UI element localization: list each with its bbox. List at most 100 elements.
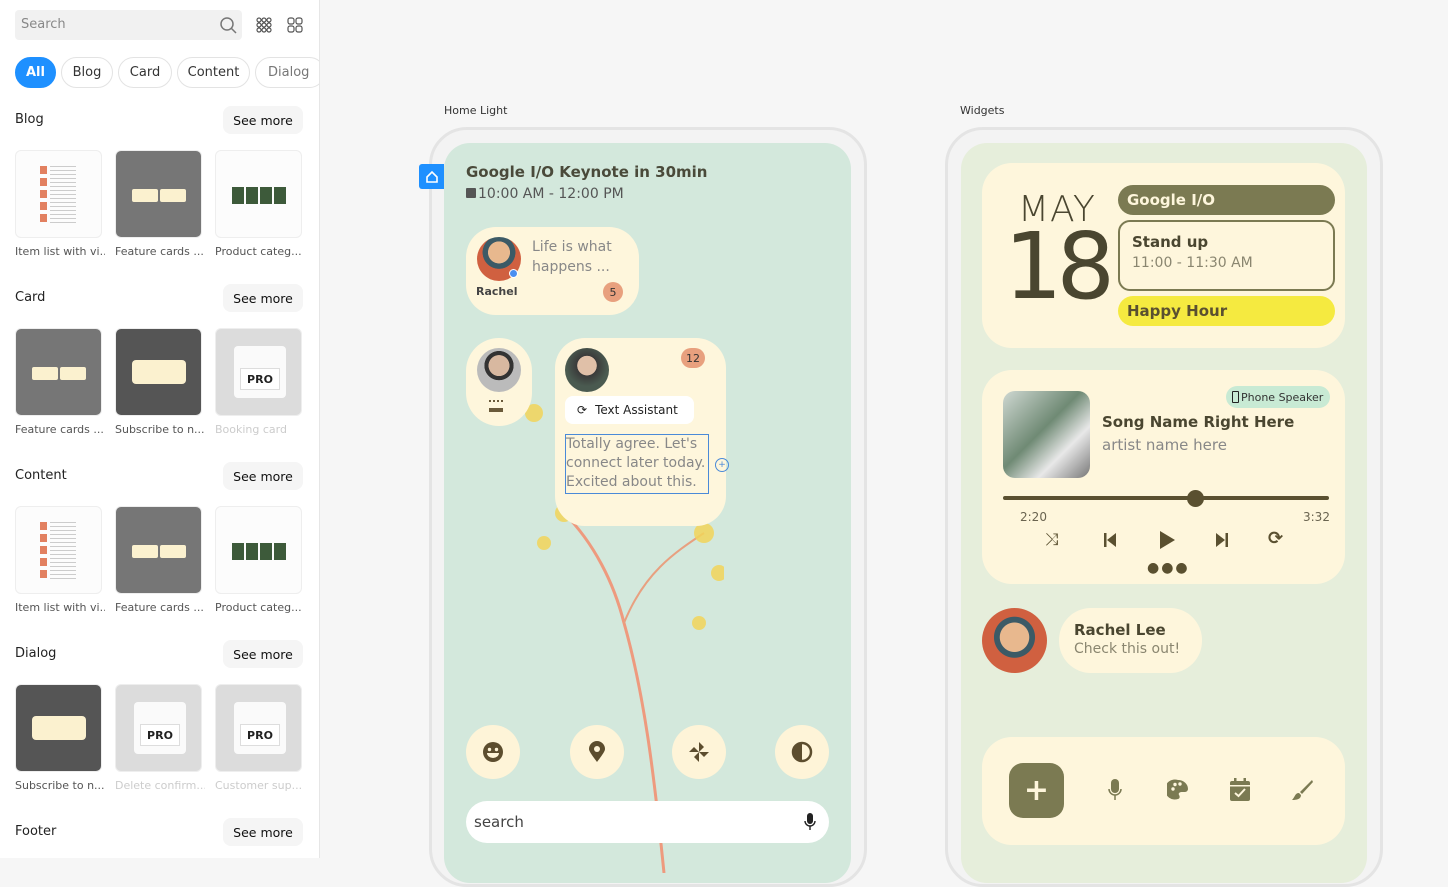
search-icon[interactable] — [219, 16, 237, 34]
see-more-button[interactable]: See more — [223, 640, 303, 668]
section-title: Blog — [15, 112, 44, 127]
quick-actions-widget: + — [982, 737, 1345, 845]
elapsed-time: 2:20 — [1020, 510, 1047, 524]
refresh-icon: ⟳ — [577, 403, 588, 417]
section-title: Card — [15, 290, 46, 305]
album-art — [1003, 391, 1090, 478]
shuffle-icon[interactable]: ⤨ — [1045, 530, 1059, 550]
event-title: Google I/O Keynote in 30min — [466, 163, 708, 181]
plus-icon: + — [1023, 773, 1050, 808]
chip-content[interactable]: Content — [177, 57, 250, 88]
progress-slider[interactable] — [1003, 496, 1329, 500]
template-label: Customer sup... — [215, 779, 303, 792]
template-label: Product categ... — [215, 601, 302, 614]
calendar-icon — [466, 188, 476, 198]
media-player-widget: Phone Speaker Song Name Right Here artis… — [982, 370, 1345, 584]
emoji-icon — [483, 742, 503, 762]
template-label: Feature cards ... — [15, 423, 104, 436]
frame-label-home: Home Light — [444, 104, 508, 117]
more-icon[interactable]: ●●● — [1147, 560, 1190, 576]
frame-label-widgets: Widgets — [960, 104, 1005, 117]
section-title: Footer — [15, 824, 57, 839]
event-stand-up[interactable]: Stand up 11:00 - 11:30 AM — [1118, 220, 1335, 291]
repeat-icon[interactable]: ⟳ — [1268, 528, 1283, 549]
emoji-button[interactable] — [466, 725, 520, 779]
message-preview: Life is what happens ... — [532, 239, 612, 275]
paintbrush-icon[interactable] — [1291, 779, 1313, 801]
see-more-button[interactable]: See more — [223, 106, 303, 134]
progress-handle[interactable] — [1187, 490, 1205, 507]
template-thumbnail[interactable] — [215, 506, 302, 594]
template-thumbnail[interactable] — [115, 506, 202, 594]
home-frame-marker[interactable] — [419, 164, 444, 189]
template-thumbnail[interactable]: PRO — [215, 328, 302, 416]
pinwheel-button[interactable] — [672, 725, 726, 779]
message-text-selection[interactable]: Totally agree. Let's connect later today… — [565, 434, 709, 494]
output-device-label: Phone Speaker — [1241, 390, 1324, 404]
location-button[interactable] — [570, 725, 624, 779]
chip-blog[interactable]: Blog — [61, 57, 113, 88]
grid-small-icon[interactable] — [256, 17, 272, 33]
template-thumbnail[interactable] — [15, 684, 102, 772]
artist-name: artist name here — [1102, 436, 1227, 454]
see-more-button[interactable]: See more — [223, 284, 303, 312]
event-happy-hour[interactable]: Happy Hour — [1118, 296, 1335, 326]
section-title: Content — [15, 468, 67, 483]
calendar-check-icon[interactable] — [1230, 778, 1250, 801]
component-sidebar: Search All Blog Card Content Dialog Blog… — [0, 0, 320, 858]
output-device-chip[interactable]: Phone Speaker — [1226, 386, 1330, 408]
message-card-rachel[interactable]: Life is what happens ... Rachel 5 — [466, 227, 639, 315]
template-thumbnail[interactable]: PRO — [215, 684, 302, 772]
template-thumbnail[interactable] — [115, 150, 202, 238]
conversation-widget[interactable]: Rachel Lee Check this out! — [1059, 608, 1202, 673]
play-icon[interactable] — [1159, 531, 1175, 549]
calendar-widget[interactable]: MAY 18 Google I/O Stand up 11:00 - 11:30… — [982, 163, 1345, 348]
event-title: Stand up — [1132, 233, 1209, 251]
template-thumbnail[interactable] — [15, 506, 102, 594]
pro-badge: PRO — [140, 724, 180, 746]
skip-next-icon[interactable] — [1216, 533, 1228, 547]
template-label: Delete confirm... — [115, 779, 205, 792]
template-thumbnail[interactable] — [115, 328, 202, 416]
see-more-button[interactable]: See more — [223, 818, 303, 846]
home-search-input[interactable]: search — [466, 801, 829, 843]
avatar-contact — [477, 348, 521, 392]
birthday-contact-card[interactable] — [466, 338, 532, 426]
event-google-io[interactable]: Google I/O — [1118, 185, 1335, 215]
template-label: Product categ... — [215, 245, 302, 258]
template-label: Item list with vi... — [15, 245, 105, 258]
contrast-button[interactable] — [775, 725, 829, 779]
template-thumbnail[interactable]: PRO — [115, 684, 202, 772]
event-time: 11:00 - 11:30 AM — [1132, 255, 1253, 271]
see-more-button[interactable]: See more — [223, 462, 303, 490]
text-assistant-button[interactable]: ⟳ Text Assistant — [565, 396, 694, 424]
total-time: 3:32 — [1303, 510, 1330, 524]
template-label: Subscribe to n... — [15, 779, 105, 792]
add-button[interactable]: + — [1009, 763, 1064, 818]
template-label: Feature cards ... — [115, 601, 204, 614]
template-label: Item list with vi... — [15, 601, 105, 614]
grid-large-icon[interactable] — [287, 17, 303, 33]
skip-previous-icon[interactable] — [1104, 533, 1116, 547]
add-icon[interactable]: + — [715, 458, 729, 472]
contact-message: Check this out! — [1074, 641, 1181, 657]
location-icon — [589, 741, 605, 762]
message-card-assistant[interactable]: 12 ⟳ Text Assistant Totally agree. Let's … — [555, 338, 729, 526]
calendar-day: 18 — [1004, 213, 1115, 320]
chip-all[interactable]: All — [15, 57, 56, 88]
home-screen: Google I/O Keynote in 30min 10:00 AM - 1… — [444, 143, 851, 883]
microphone-icon[interactable] — [1108, 779, 1122, 801]
unread-badge: 5 — [603, 282, 623, 302]
search-input[interactable]: Search — [15, 10, 242, 40]
template-thumbnail[interactable] — [15, 328, 102, 416]
text-assistant-label: Text Assistant — [595, 403, 678, 417]
chip-card[interactable]: Card — [118, 57, 172, 88]
chip-dialog[interactable]: Dialog — [255, 57, 319, 88]
contact-name: Rachel Lee — [1074, 621, 1166, 639]
palette-icon[interactable] — [1167, 779, 1189, 800]
microphone-icon[interactable] — [804, 813, 816, 831]
template-thumbnail[interactable] — [215, 150, 302, 238]
event-time: 10:00 AM - 12:00 PM — [466, 186, 624, 202]
template-thumbnail[interactable] — [15, 150, 102, 238]
avatar-rachel-lee[interactable] — [982, 608, 1047, 673]
